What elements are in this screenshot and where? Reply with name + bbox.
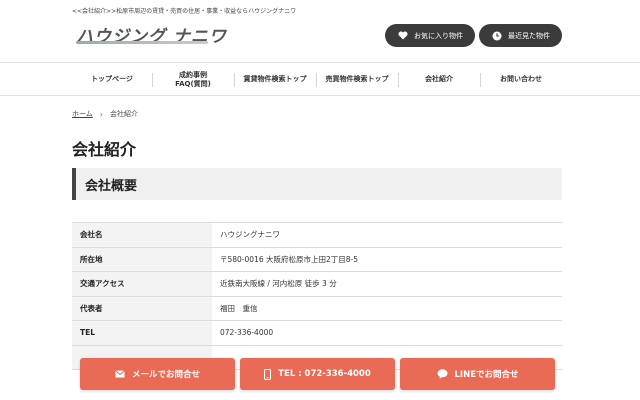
site-logo[interactable]: ハウジング ナニワ xyxy=(76,22,226,47)
table-row: TEL 072-336-4000 xyxy=(72,321,562,346)
row-label: 所在地 xyxy=(72,247,212,271)
row-value: ハウジングナニワ xyxy=(220,230,280,240)
table-row: 代表者 福田 重信 xyxy=(72,296,562,321)
site-tagline: <<会社紹介>>松原市周辺の賃貸・売買の住居・事業・収益ならハウジングナニワ xyxy=(72,8,297,15)
line-contact-label: LINEでお問合せ xyxy=(454,370,519,380)
table-row: 会社名 ハウジングナニワ xyxy=(72,223,562,248)
breadcrumb-home-link[interactable]: ホーム xyxy=(72,109,93,119)
row-value: 072-336-4000 xyxy=(220,328,274,338)
row-label: 会社名 xyxy=(72,223,212,247)
logo-underline xyxy=(76,41,208,44)
company-info-table: 会社名 ハウジングナニワ 所在地 〒580-0016 大阪府松原市上田2丁目8-… xyxy=(72,222,562,370)
recent-label: 最近見た物件 xyxy=(508,31,550,40)
row-value: 〒580-0016 大阪府松原市上田2丁目8-5 xyxy=(220,254,359,264)
global-nav: トップページ 成約事例 FAQ(質問) 賃貸物件検索トップ 売買物件検索トップ … xyxy=(0,62,640,96)
row-value: 福田 重信 xyxy=(220,303,258,313)
line-contact-button[interactable]: LINEでお問合せ xyxy=(400,358,555,390)
nav-item-sale-search[interactable]: 売買物件検索トップ xyxy=(316,63,398,96)
tel-contact-button[interactable]: TEL : 072-336-4000 xyxy=(240,358,395,390)
phone-icon xyxy=(264,368,272,380)
nav-item-company[interactable]: 会社紹介 xyxy=(398,63,480,96)
row-value: 近鉄南大阪線 / 河内松原 徒歩 3 分 xyxy=(220,279,337,289)
clock-icon xyxy=(492,31,502,41)
row-label: 代表者 xyxy=(72,296,212,320)
favorites-label: お気に入り物件 xyxy=(414,31,463,40)
section-heading: 会社概要 xyxy=(72,168,562,200)
chat-icon xyxy=(437,369,448,379)
tel-contact-label: TEL : 072-336-4000 xyxy=(278,369,371,379)
recent-button[interactable]: 最近見た物件 xyxy=(479,24,562,47)
favorites-button[interactable]: お気に入り物件 xyxy=(385,24,475,47)
table-row: 交通アクセス 近鉄南大阪線 / 河内松原 徒歩 3 分 xyxy=(72,272,562,297)
breadcrumb-current: 会社紹介 xyxy=(110,110,138,118)
nav-item-cases-faq[interactable]: 成約事例 FAQ(質問) xyxy=(152,63,234,96)
mail-icon xyxy=(115,370,125,378)
row-label: TEL xyxy=(72,321,212,345)
heart-icon xyxy=(398,31,408,41)
nav-item-rental-search[interactable]: 賃貸物件検索トップ xyxy=(234,63,316,96)
table-row: 所在地 〒580-0016 大阪府松原市上田2丁目8-5 xyxy=(72,247,562,272)
chevron-right-icon: › xyxy=(99,109,103,119)
row-label: 交通アクセス xyxy=(72,272,212,296)
nav-item-contact[interactable]: お問い合わせ xyxy=(480,63,562,96)
breadcrumb: ホーム › 会社紹介 xyxy=(72,109,138,119)
mail-contact-label: メールでお問合せ xyxy=(131,370,200,380)
page-title: 会社紹介 xyxy=(72,140,137,159)
mail-contact-button[interactable]: メールでお問合せ xyxy=(80,358,235,390)
nav-item-top[interactable]: トップページ xyxy=(72,63,152,96)
